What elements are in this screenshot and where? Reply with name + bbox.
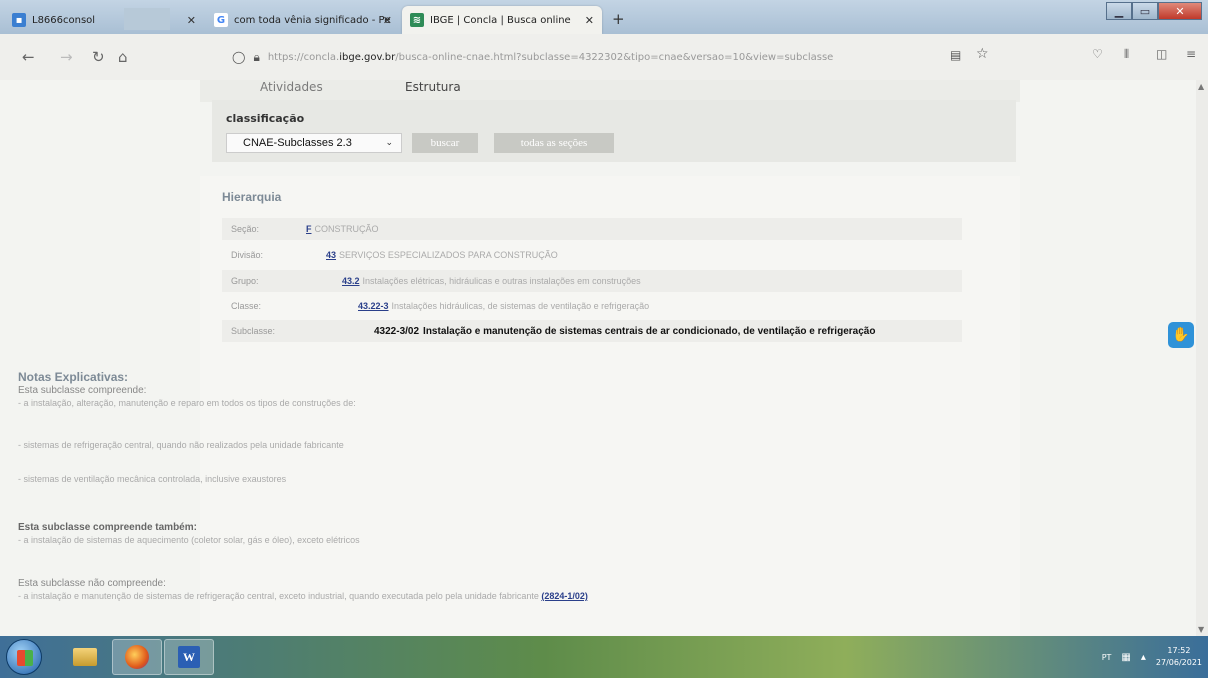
hierarchy-label: Grupo: (231, 276, 259, 286)
network-icon[interactable]: ▦ (1121, 652, 1130, 663)
reload-icon[interactable]: ↻ (92, 48, 105, 66)
close-icon[interactable]: ✕ (383, 14, 392, 27)
tab-google-search[interactable]: G com toda vênia significado - Pe ✕ (206, 6, 400, 34)
hierarchy-desc: SERVIÇOS ESPECIALIZADOS PARA CONSTRUÇÃO (339, 250, 558, 260)
document-icon: ▪ (12, 13, 26, 27)
hierarchy-title: Hierarquia (222, 190, 282, 204)
hierarchy-code-link[interactable]: 43 (326, 250, 336, 260)
scroll-down-icon[interactable]: ▼ (1198, 625, 1204, 634)
includes-item: - sistemas de refrigeração central, quan… (18, 440, 344, 450)
start-button[interactable] (6, 639, 42, 675)
hierarchy-row-grupo: Grupo: 43.2 Instalações elétricas, hidrá… (222, 270, 962, 292)
clock-time: 17:52 (1167, 646, 1191, 655)
url-path: /busca-online-cnae.html?subclasse=432230… (395, 51, 834, 63)
tab-l8666consol[interactable]: ▪ L8666consol ✕ (4, 6, 204, 34)
taskbar-file-explorer[interactable] (60, 639, 110, 675)
all-sections-button[interactable]: todas as seções (494, 133, 614, 153)
close-icon[interactable]: ✕ (585, 14, 594, 27)
excludes-item-text: - a instalação e manutenção de sistemas … (18, 591, 539, 601)
pocket-icon[interactable]: ♡ (1092, 47, 1103, 61)
excludes-code-link[interactable]: (2824-1/02) (541, 591, 588, 601)
firefox-icon (125, 645, 149, 669)
reader-view-icon[interactable]: ▤ (950, 48, 961, 62)
includes-item: - sistemas de ventilação mecânica contro… (18, 474, 287, 484)
browser-tab-bar: ▪ L8666consol ✕ G com toda vênia signifi… (0, 0, 1208, 34)
notes-title: Notas Explicativas: (18, 370, 129, 384)
hierarchy-label: Subclasse: (231, 326, 276, 336)
ibge-icon: ≋ (410, 13, 424, 27)
windows-logo-icon (17, 650, 33, 666)
hierarchy-label: Seção: (231, 224, 260, 234)
new-tab-button[interactable]: + (612, 10, 625, 28)
classification-selected-value: CNAE-Subclasses 2.3 (243, 137, 352, 149)
hierarchy-desc: CONSTRUÇÃO (314, 224, 379, 234)
hierarchy-code-link[interactable]: 43.22-3 (358, 301, 389, 311)
accessibility-icon[interactable]: ✋ (1168, 322, 1194, 348)
content-tabs: Atividades Estrutura (200, 80, 1020, 102)
excludes-item: - a instalação e manutenção de sistemas … (18, 591, 588, 601)
classification-select[interactable]: CNAE-Subclasses 2.3 ⌄ (226, 133, 402, 153)
window-controls: ▁ ▭ ✕ (1106, 2, 1202, 20)
language-indicator[interactable]: PT (1102, 653, 1112, 662)
shield-icon[interactable]: ◯ (232, 50, 245, 64)
taskbar-word[interactable]: W (164, 639, 214, 675)
taskbar-firefox[interactable] (112, 639, 162, 675)
address-bar[interactable]: ◯ 🔒︎ https://concla. ibge.gov.br /busca-… (232, 46, 1002, 68)
chevron-down-icon: ⌄ (385, 137, 393, 147)
hierarchy-row-secao: Seção: F CONSTRUÇÃO (222, 218, 962, 240)
sidebar-icon[interactable]: ◫ (1156, 47, 1167, 61)
hierarchy-code-link[interactable]: F (306, 224, 312, 234)
forward-arrow-icon[interactable]: → (60, 48, 73, 66)
back-arrow-icon[interactable]: ← (22, 48, 35, 66)
hierarchy-desc: Instalações elétricas, hidráulicas e out… (362, 276, 641, 286)
menu-icon[interactable]: ≡ (1186, 47, 1196, 61)
includes-heading: Esta subclasse compreende: (18, 385, 147, 396)
tab-ibge-concla[interactable]: ≋ IBGE | Concla | Busca online ✕ (402, 6, 602, 34)
classification-panel: classificação CNAE-Subclasses 2.3 ⌄ busc… (212, 100, 1016, 162)
library-icon[interactable]: ⫴ (1124, 47, 1129, 62)
hierarchy-desc: Instalações hidráulicas, de sistemas de … (391, 301, 650, 311)
classification-label: classificação (226, 112, 305, 125)
close-window-button[interactable]: ✕ (1158, 2, 1202, 20)
close-icon[interactable]: ✕ (187, 14, 196, 27)
hierarchy-row-classe: Classe: 43.22-3 Instalações hidráulicas,… (222, 295, 962, 317)
hierarchy-label: Classe: (231, 301, 262, 311)
lock-icon[interactable]: 🔒︎ (253, 50, 259, 65)
redacted-area (124, 8, 170, 30)
windows-taskbar: W PT ▦ ▴ 17:52 27/06/2021 (0, 636, 1208, 678)
system-tray: PT ▦ ▴ 17:52 27/06/2021 (1102, 636, 1202, 678)
tab-atividades[interactable]: Atividades (260, 80, 323, 94)
hierarchy-label: Divisão: (231, 250, 264, 260)
expand-tray-icon[interactable]: ▴ (1141, 652, 1146, 663)
scroll-up-icon[interactable]: ▲ (1198, 82, 1204, 91)
url-domain: ibge.gov.br (339, 51, 396, 63)
page-content: Atividades Estrutura classificação CNAE-… (0, 80, 1208, 636)
subclass-code: 4322-3/02 (374, 325, 420, 337)
tab-title: com toda vênia significado - Pe (234, 14, 391, 26)
word-icon: W (178, 646, 200, 668)
search-button[interactable]: buscar (412, 133, 478, 153)
includes-item: - a instalação, alteração, manutenção e … (18, 398, 356, 408)
google-icon: G (214, 13, 228, 27)
tab-title: L8666consol (32, 14, 96, 26)
subclass-desc: Instalação e manutenção de sistemas cent… (423, 325, 876, 337)
maximize-button[interactable]: ▭ (1132, 2, 1158, 20)
page-scrollbar[interactable]: ▲ ▼ (1196, 80, 1208, 636)
minimize-button[interactable]: ▁ (1106, 2, 1132, 20)
hierarchy-row-divisao: Divisão: 43 SERVIÇOS ESPECIALIZADOS PARA… (222, 244, 962, 266)
clock[interactable]: 17:52 27/06/2021 (1156, 645, 1202, 669)
also-heading: Esta subclasse compreende também: (18, 522, 197, 533)
hierarchy-code-link[interactable]: 43.2 (342, 276, 360, 286)
navigation-toolbar: ← → ↻ ⌂ ◯ 🔒︎ https://concla. ibge.gov.br… (0, 34, 1208, 80)
excludes-heading: Esta subclasse não compreende: (18, 578, 166, 589)
tab-estrutura[interactable]: Estrutura (405, 80, 461, 94)
bookmark-star-icon[interactable]: ☆ (976, 46, 989, 62)
url-prefix: https://concla. (267, 51, 340, 63)
also-item: - a instalação de sistemas de aqueciment… (18, 535, 360, 545)
home-icon[interactable]: ⌂ (118, 48, 128, 66)
hierarchy-row-subclasse: Subclasse: 4322-3/02 Instalação e manute… (222, 320, 962, 342)
tab-title: IBGE | Concla | Busca online (430, 14, 571, 26)
clock-date: 27/06/2021 (1155, 658, 1202, 667)
folder-icon (73, 648, 97, 666)
